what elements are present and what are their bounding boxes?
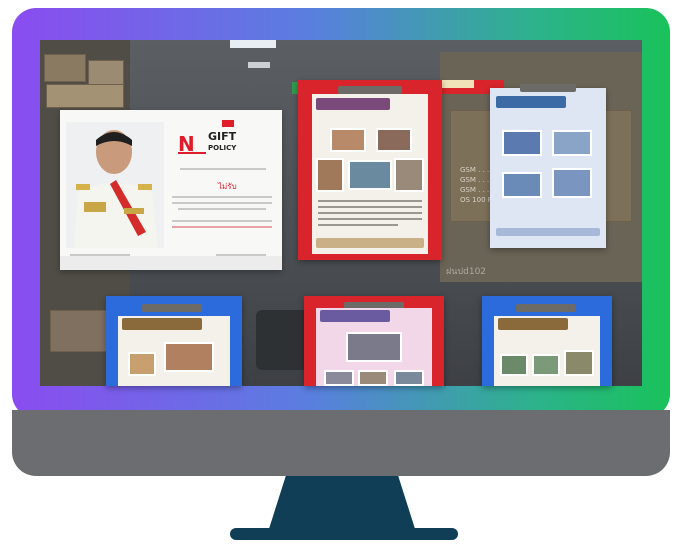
official-portrait <box>66 122 164 248</box>
text-line <box>172 220 272 222</box>
news-photo <box>330 128 366 152</box>
news-photo <box>552 130 592 156</box>
clipboard-blue <box>106 296 242 386</box>
newsletter-banner <box>122 318 202 330</box>
clipboard-red <box>298 80 442 260</box>
monitor-stand-neck <box>268 476 416 532</box>
clipboard-clip <box>338 86 402 94</box>
newsletter-sheet <box>118 316 230 386</box>
wall-lettering: ฝนปd102 <box>446 267 487 277</box>
poster-footer <box>60 256 282 270</box>
news-photo <box>532 354 560 376</box>
ceiling-light <box>230 40 276 48</box>
news-photo <box>348 160 392 190</box>
policy-word: POLICY <box>208 144 237 152</box>
news-photo <box>316 158 344 192</box>
crown-icon <box>222 120 234 127</box>
clipboard-clip <box>142 304 202 312</box>
storage-box <box>44 54 86 82</box>
logo-underline <box>178 152 206 154</box>
clipboard-clip <box>516 304 576 312</box>
newsletter-banner <box>320 310 390 322</box>
news-photo <box>502 130 542 156</box>
gift-word: GIFT <box>208 130 237 143</box>
ceiling-light <box>248 62 270 68</box>
text-line <box>180 168 266 170</box>
news-photo <box>394 370 424 386</box>
newsletter-sheet-right <box>490 84 606 248</box>
news-photo <box>324 370 354 386</box>
text-line <box>172 196 272 198</box>
newsletter-footer <box>496 228 600 236</box>
text-line <box>178 208 266 210</box>
newsletter-sheet <box>316 308 432 386</box>
text-line <box>172 202 272 204</box>
newsletter-banner <box>496 96 566 108</box>
refusal-heading: ไม่รับ <box>218 182 237 191</box>
no-gift-logo: N GIFT POLICY <box>178 120 248 160</box>
newsletter-sheet <box>494 316 600 386</box>
news-photo <box>164 342 214 372</box>
news-photo <box>358 370 388 386</box>
news-photo <box>552 168 592 198</box>
monitor-bezel <box>12 410 670 476</box>
newsletter-banner <box>316 98 390 110</box>
newsletter-sheet <box>312 94 428 254</box>
monitor-stand-base <box>230 528 458 540</box>
clipboard-clip <box>520 84 576 92</box>
clipboard-blue <box>482 296 612 386</box>
no-gift-policy-poster: N GIFT POLICY ไม่รับ <box>60 110 282 270</box>
storage-box <box>50 310 112 352</box>
storage-box <box>46 84 124 108</box>
news-photo <box>564 350 594 376</box>
news-photo <box>128 352 156 376</box>
box-label: OS 100 P <box>460 196 492 204</box>
newsletter-banner <box>498 318 568 330</box>
news-photo <box>500 354 528 376</box>
office-chair <box>256 310 308 370</box>
text-line <box>172 226 272 228</box>
news-photo <box>502 172 542 198</box>
newsletter-footer <box>316 238 424 248</box>
news-photo <box>376 128 412 152</box>
news-photo <box>394 158 424 192</box>
news-photo <box>346 332 402 362</box>
clipboard-red <box>304 296 444 386</box>
